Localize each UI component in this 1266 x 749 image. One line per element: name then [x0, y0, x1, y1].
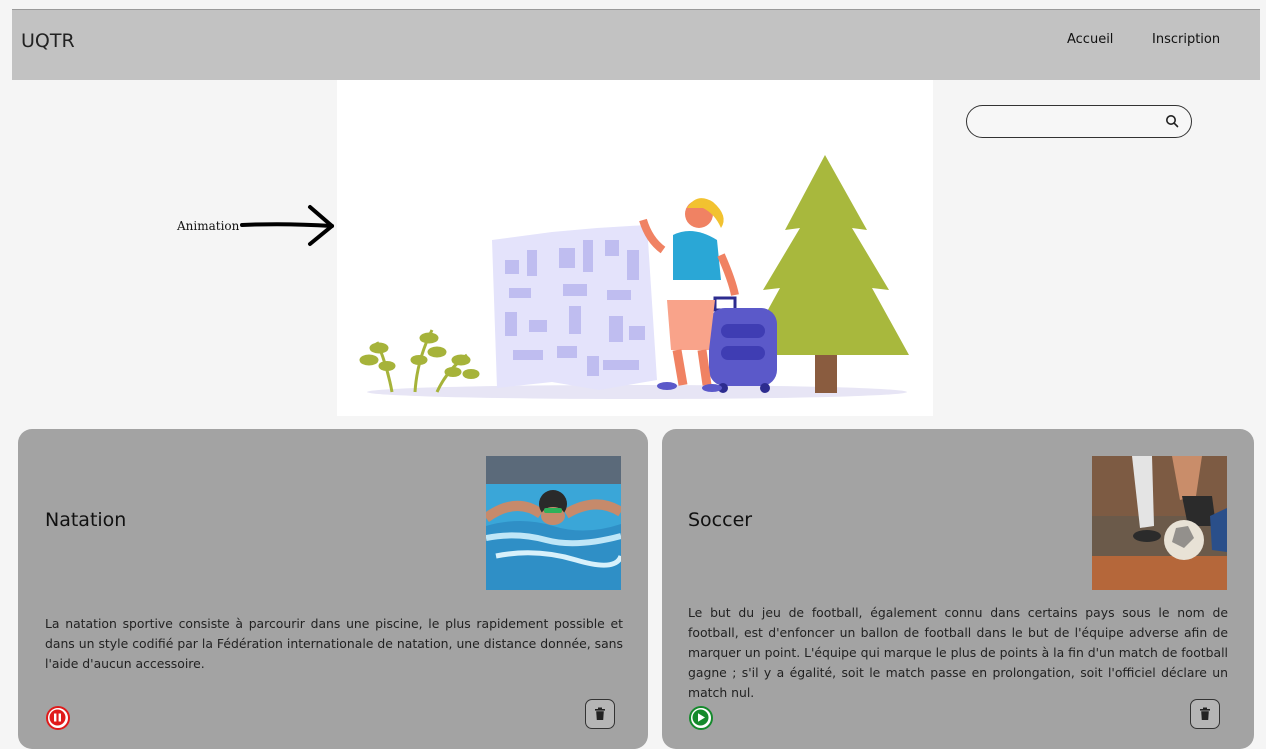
- delete-button[interactable]: [585, 699, 615, 729]
- trash-icon: [595, 707, 605, 720]
- card-title: Soccer: [688, 509, 753, 531]
- hero-animation: [337, 80, 933, 416]
- swimmer-photo: [486, 456, 621, 590]
- card-description: Le but du jeu de football, également con…: [688, 605, 1228, 700]
- brand-logo[interactable]: UQTR: [21, 30, 75, 52]
- sport-card-soccer: Soccer Le but du jeu de football, égalem…: [662, 429, 1254, 749]
- search-icon[interactable]: [1165, 114, 1179, 128]
- pause-button[interactable]: [46, 706, 70, 730]
- delete-button[interactable]: [1190, 699, 1220, 729]
- card-title: Natation: [45, 509, 127, 531]
- trash-icon: [1200, 707, 1210, 720]
- play-icon: [692, 709, 709, 726]
- navbar: UQTR Accueil Inscription: [12, 10, 1260, 80]
- sport-card-natation: Natation La natation sportive consiste à…: [18, 429, 648, 749]
- search-box: [966, 105, 1192, 138]
- search-input[interactable]: [981, 112, 1165, 134]
- pause-icon: [49, 709, 66, 726]
- travel-illustration: [359, 155, 909, 399]
- card-description: La natation sportive consiste à parcouri…: [45, 616, 623, 671]
- nav-link-inscription[interactable]: Inscription: [1152, 32, 1220, 47]
- annotation-arrow-icon: [240, 205, 334, 246]
- animation-annotation-label: Animation: [177, 219, 240, 233]
- soccer-photo: [1092, 456, 1227, 590]
- nav-link-accueil[interactable]: Accueil: [1067, 32, 1113, 47]
- play-button[interactable]: [689, 706, 713, 730]
